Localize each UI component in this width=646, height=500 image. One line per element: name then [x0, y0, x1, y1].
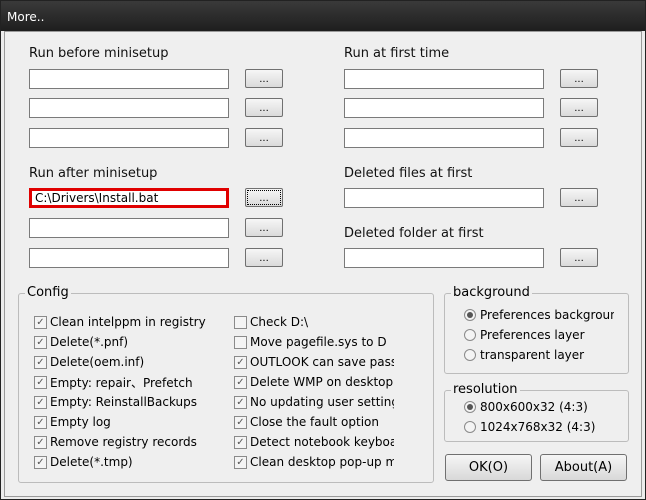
- deleted-folder-input[interactable]: [344, 248, 544, 268]
- background-radio[interactable]: Preferences background: [464, 307, 614, 323]
- checkbox-label: Clean intelppm in registry: [50, 315, 206, 329]
- run-before-input[interactable]: [29, 98, 229, 118]
- radio-label: transparent layer: [480, 348, 585, 362]
- checkbox-icon[interactable]: [234, 315, 247, 329]
- run-after-input[interactable]: [29, 218, 229, 238]
- checkbox-icon[interactable]: ✓: [34, 315, 47, 329]
- config-checkbox[interactable]: ✓ Close the fault option: [234, 414, 394, 430]
- radio-label: 1024x768x32 (4:3): [480, 420, 596, 434]
- checkbox-icon[interactable]: ✓: [234, 455, 247, 469]
- background-radio[interactable]: transparent layer: [464, 347, 614, 363]
- checkbox-label: Delete(*.tmp): [50, 455, 133, 469]
- checkbox-icon[interactable]: ✓: [34, 335, 47, 349]
- run-before-browse-button[interactable]: ...: [245, 69, 283, 88]
- config-checkbox[interactable]: Move pagefile.sys to D: [234, 334, 394, 350]
- checkbox-label: Delete(oem.inf): [50, 355, 145, 369]
- run-first-label: Run at first time: [344, 46, 450, 61]
- run-before-browse-button[interactable]: ...: [245, 98, 283, 117]
- checkbox-icon[interactable]: ✓: [34, 355, 47, 369]
- run-first-browse-button[interactable]: ...: [560, 128, 598, 147]
- resolution-radio[interactable]: 1024x768x32 (4:3): [464, 419, 614, 435]
- radio-icon[interactable]: [464, 329, 476, 341]
- config-checkbox[interactable]: ✓ Delete(*.tmp): [34, 454, 229, 470]
- config-checkbox[interactable]: ✓ Delete(oem.inf): [34, 354, 229, 370]
- checkbox-icon[interactable]: ✓: [234, 355, 247, 369]
- checkbox-label: Move pagefile.sys to D: [250, 335, 387, 349]
- radio-label: Preferences layer: [480, 328, 585, 342]
- background-radio[interactable]: Preferences layer: [464, 327, 614, 343]
- run-first-browse-button[interactable]: ...: [560, 69, 598, 88]
- checkbox-label: Remove registry records: [50, 435, 197, 449]
- config-checkbox[interactable]: ✓ Delete WMP on desktop: [234, 374, 394, 390]
- run-after-input[interactable]: [29, 248, 229, 268]
- radio-label: Preferences background: [480, 308, 614, 322]
- config-checkbox[interactable]: ✓ Delete(*.pnf): [34, 334, 229, 350]
- deleted-files-input[interactable]: [344, 188, 544, 208]
- checkbox-label: Empty: ReinstallBackups: [50, 395, 198, 409]
- checkbox-icon[interactable]: ✓: [234, 415, 247, 429]
- checkbox-icon[interactable]: ✓: [234, 375, 247, 389]
- checkbox-label: No updating user settings: [250, 395, 394, 409]
- checkbox-icon[interactable]: ✓: [34, 455, 47, 469]
- deleted-files-browse-button[interactable]: ...: [560, 188, 598, 207]
- run-after-browse-button[interactable]: ...: [245, 218, 283, 237]
- run-first-input[interactable]: [344, 69, 544, 89]
- radio-icon[interactable]: [464, 421, 476, 433]
- config-checkbox[interactable]: ✓ Empty log: [34, 414, 229, 430]
- checkbox-label: Empty log: [50, 415, 111, 429]
- config-checkbox[interactable]: ✓ Clean intelppm in registry: [34, 314, 229, 330]
- config-checkbox[interactable]: ✓ Empty: repair、Prefetch: [34, 374, 229, 390]
- config-checkbox[interactable]: ✓Clean desktop pop-up menu: [234, 454, 394, 470]
- run-first-input[interactable]: [344, 98, 544, 118]
- window-title: More..: [7, 10, 45, 24]
- radio-icon[interactable]: [464, 349, 476, 361]
- config-checkbox[interactable]: ✓OUTLOOK can save password: [234, 354, 394, 370]
- config-checkbox[interactable]: Check D:\: [234, 314, 394, 330]
- more-dialog: More.. Run before minisetup Run at first…: [0, 0, 646, 500]
- deleted-folder-label: Deleted folder at first: [344, 226, 484, 241]
- checkbox-icon[interactable]: ✓: [234, 435, 247, 449]
- background-title: background: [451, 285, 532, 300]
- config-title: Config: [25, 285, 71, 300]
- config-checkbox[interactable]: ✓ Detect notebook keyboard: [234, 434, 394, 450]
- checkbox-label: Detect notebook keyboard: [250, 435, 394, 449]
- radio-icon[interactable]: [464, 309, 476, 321]
- checkbox-icon[interactable]: ✓: [34, 375, 47, 389]
- run-after-input[interactable]: C:\Drivers\Install.bat: [29, 188, 229, 208]
- checkbox-icon[interactable]: ✓: [234, 395, 247, 409]
- config-checkbox[interactable]: ✓ Empty: ReinstallBackups: [34, 394, 229, 410]
- radio-label: 800x600x32 (4:3): [480, 400, 588, 414]
- config-checkbox[interactable]: ✓ No updating user settings: [234, 394, 394, 410]
- checkbox-label: OUTLOOK can save password: [250, 355, 394, 369]
- resolution-title: resolution: [451, 382, 520, 397]
- checkbox-icon[interactable]: ✓: [34, 395, 47, 409]
- checkbox-label: Check D:\: [250, 315, 309, 329]
- checkbox-icon[interactable]: ✓: [34, 415, 47, 429]
- run-before-input[interactable]: [29, 128, 229, 148]
- run-after-browse-button[interactable]: ...: [245, 188, 283, 207]
- checkbox-label: Delete WMP on desktop: [250, 375, 394, 389]
- run-after-label: Run after minisetup: [29, 166, 158, 181]
- deleted-files-label: Deleted files at first: [344, 166, 473, 181]
- run-before-browse-button[interactable]: ...: [245, 128, 283, 147]
- config-checkbox[interactable]: ✓ Remove registry records: [34, 434, 229, 450]
- title-bar: More..: [1, 1, 645, 31]
- run-first-input[interactable]: [344, 128, 544, 148]
- run-before-label: Run before minisetup: [29, 46, 169, 61]
- checkbox-icon[interactable]: [234, 335, 247, 349]
- ok-button[interactable]: OK(O): [445, 454, 532, 481]
- run-first-browse-button[interactable]: ...: [560, 98, 598, 117]
- checkbox-label: Delete(*.pnf): [50, 335, 129, 349]
- about-button[interactable]: About(A): [540, 454, 627, 481]
- run-after-browse-button[interactable]: ...: [245, 248, 283, 267]
- run-before-input[interactable]: [29, 69, 229, 89]
- deleted-folder-browse-button[interactable]: ...: [560, 248, 598, 267]
- checkbox-label: Clean desktop pop-up menu: [250, 455, 394, 469]
- checkbox-label: Close the fault option: [250, 415, 379, 429]
- checkbox-label: Empty: repair、Prefetch: [50, 375, 193, 390]
- checkbox-icon[interactable]: ✓: [34, 435, 47, 449]
- resolution-radio[interactable]: 800x600x32 (4:3): [464, 399, 614, 415]
- radio-icon[interactable]: [464, 401, 476, 413]
